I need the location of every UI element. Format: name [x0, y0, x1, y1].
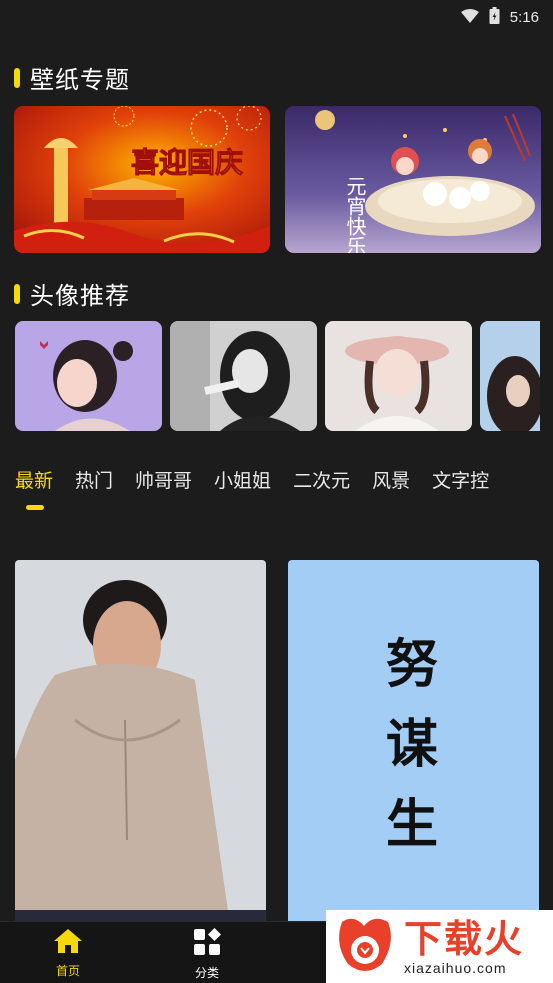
feed-card-2[interactable]: 努 谋 生 — [288, 560, 539, 925]
wifi-icon — [460, 8, 479, 27]
avatar-card-4[interactable] — [480, 321, 540, 431]
avatar-image — [15, 321, 162, 431]
section-wallpaper-topics: 壁纸专题 — [14, 60, 130, 95]
nav-category[interactable]: 分类 — [172, 928, 242, 981]
nav-home-label: 首页 — [55, 964, 80, 978]
lantern-festival-image: 元宵快乐 — [285, 106, 541, 253]
tab-latest[interactable]: 最新 — [15, 466, 53, 496]
tab-hot[interactable]: 热门 — [75, 466, 113, 496]
battery-icon — [489, 6, 500, 28]
national-day-image: 喜迎国庆 — [14, 106, 270, 253]
tab-girls[interactable]: 小姐姐 — [214, 466, 271, 496]
feed-card-1[interactable] — [15, 560, 266, 925]
avatar-image — [170, 321, 317, 431]
category-tabs: 最新 热门 帅哥哥 小姐姐 二次元 风景 文字控 — [15, 466, 489, 496]
nav-category-label: 分类 — [194, 966, 219, 980]
nav-home[interactable]: 首页 — [33, 928, 103, 979]
avatar-image — [480, 321, 540, 431]
section-title: 壁纸专题 — [30, 66, 130, 94]
feed-image — [15, 560, 266, 925]
tab-scenery[interactable]: 风景 — [372, 466, 410, 496]
xiazaihuo-logo-icon — [334, 914, 396, 980]
category-grid-icon — [193, 928, 221, 960]
status-bar: 5:16 — [0, 0, 553, 34]
avatar-image — [325, 321, 472, 431]
tab-text[interactable]: 文字控 — [432, 466, 489, 496]
topic-card-lantern-festival[interactable]: 元宵快乐 — [285, 106, 541, 253]
avatar-card-1[interactable] — [15, 321, 162, 431]
section-marker — [14, 283, 20, 304]
topic-card-national-day[interactable]: 喜迎国庆 — [14, 106, 270, 253]
watermark: 下载火 xiazaihuo.com — [326, 910, 553, 983]
section-marker — [14, 67, 20, 88]
section-title: 头像推荐 — [30, 282, 130, 310]
watermark-domain: xiazaihuo.com — [404, 959, 507, 976]
tab-indicator — [26, 505, 44, 510]
avatar-card-2[interactable] — [170, 321, 317, 431]
lantern-festival-text: 元宵快乐 — [343, 176, 367, 253]
tab-anime[interactable]: 二次元 — [293, 466, 350, 496]
status-time: 5:16 — [509, 8, 539, 26]
national-day-text: 喜迎国庆 — [131, 146, 243, 179]
calligraphy-text: 努 谋 生 — [386, 634, 439, 855]
tab-handsome[interactable]: 帅哥哥 — [135, 466, 192, 496]
avatar-card-3[interactable] — [325, 321, 472, 431]
section-avatar-recommend: 头像推荐 — [14, 276, 130, 311]
watermark-brand: 下载火 — [404, 916, 525, 961]
home-icon — [53, 928, 83, 958]
